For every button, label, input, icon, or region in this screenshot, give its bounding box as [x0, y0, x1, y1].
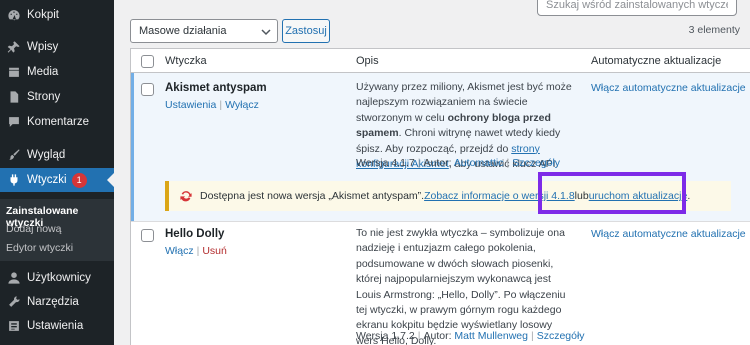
plugin-search-input[interactable]: [537, 0, 737, 16]
plugin-meta: Wersja 4.1.7 | Autor: Automattic | Szczegóły: [356, 157, 561, 169]
plugin-name: Hello Dolly: [165, 228, 225, 240]
brush-icon: [0, 148, 24, 162]
menu-item-label: Wpisy: [27, 41, 59, 53]
comment-icon: [0, 115, 24, 129]
menu-item-label: Narzędzia: [27, 296, 79, 308]
bulk-actions-value: Masowe działania: [139, 25, 227, 37]
media-icon: [0, 65, 24, 79]
menu-item-label: Kokpit: [27, 9, 59, 21]
delete-link[interactable]: Usuń: [202, 245, 227, 257]
row-checkbox[interactable]: [141, 229, 154, 242]
column-header-plugin[interactable]: Wtyczka: [165, 55, 207, 67]
plugin-name: Akismet antyspam: [165, 82, 267, 94]
plugin-description: To nie jest zwykła wtyczka – symbolizuje…: [356, 227, 566, 345]
active-arrow: [107, 173, 114, 187]
plugins-submenu: Zainstalowane wtyczki Dodaj nową Edytor …: [0, 199, 114, 261]
column-header-auto-updates: Automatyczne aktualizacje: [591, 55, 722, 67]
submenu-plugin-editor[interactable]: Edytor wtyczki: [6, 242, 73, 254]
row-actions: Ustawienia | Wyłącz: [165, 99, 259, 111]
dashboard-icon: [0, 8, 24, 22]
select-all-checkbox[interactable]: [141, 55, 154, 68]
author-link[interactable]: Automattic: [454, 157, 504, 169]
menu-item-label: Strony: [27, 91, 61, 103]
menu-item-label: Media: [27, 66, 59, 78]
plugin-icon: [0, 173, 24, 187]
submenu-add-new[interactable]: Dodaj nową: [6, 223, 61, 235]
details-link[interactable]: Szczegóły: [537, 330, 585, 342]
deactivate-link[interactable]: Wyłącz: [225, 99, 259, 111]
menu-item-posts[interactable]: Wpisy: [0, 35, 114, 59]
menu-item-appearance[interactable]: Wygląd: [0, 143, 114, 167]
menu-item-plugins[interactable]: Wtyczki 1: [0, 168, 114, 192]
column-header-description: Opis: [356, 55, 379, 67]
page-icon: [0, 90, 24, 104]
menu-item-label: Komentarze: [27, 116, 90, 128]
plugin-meta: Wersja 1.7.2 | Autor: Matt Mullenweg | Szcze…: [356, 330, 585, 342]
annotation-highlight-box: [538, 172, 686, 214]
items-count: 3 elementy: [688, 24, 740, 36]
menu-item-label: Użytkownicy: [27, 272, 91, 284]
chevron-down-icon: [261, 29, 271, 36]
menu-item-dashboard[interactable]: Kokpit: [0, 3, 114, 27]
update-icon: [180, 191, 192, 202]
menu-item-label: Wygląd: [27, 149, 66, 161]
tools-icon: [0, 295, 24, 309]
menu-item-tools[interactable]: Narzędzia: [0, 290, 114, 314]
menu-item-label: Ustawienia: [27, 320, 84, 332]
enable-auto-updates-link[interactable]: Włącz automatyczne aktualizacje: [591, 82, 746, 94]
enable-auto-updates-link[interactable]: Włącz automatyczne aktualizacje: [591, 228, 746, 240]
admin-sidebar: Kokpit Wpisy Media Strony Komentarze Wyg…: [0, 0, 114, 345]
menu-item-comments[interactable]: Komentarze: [0, 110, 114, 134]
settings-link[interactable]: Ustawienia: [165, 99, 216, 111]
menu-item-users[interactable]: Użytkownicy: [0, 266, 114, 290]
settings-icon: [0, 319, 24, 333]
bulk-actions-select[interactable]: Masowe działania: [130, 19, 278, 43]
active-row-indicator: [131, 73, 134, 221]
details-link[interactable]: Szczegóły: [512, 157, 560, 169]
row-checkbox[interactable]: [141, 83, 154, 96]
users-icon: [0, 271, 24, 285]
apply-button[interactable]: Zastosuj: [282, 19, 330, 43]
activate-link[interactable]: Włącz: [165, 245, 194, 257]
author-link[interactable]: Matt Mullenweg: [454, 330, 528, 342]
menu-item-label: Wtyczki: [27, 174, 67, 186]
menu-item-media[interactable]: Media: [0, 60, 114, 84]
menu-item-pages[interactable]: Strony: [0, 85, 114, 109]
row-actions: Włącz | Usuń: [165, 245, 227, 257]
row-divider: [131, 221, 750, 222]
pin-icon: [0, 40, 24, 54]
menu-item-settings[interactable]: Ustawienia: [0, 314, 114, 338]
update-count-badge: 1: [71, 172, 87, 188]
